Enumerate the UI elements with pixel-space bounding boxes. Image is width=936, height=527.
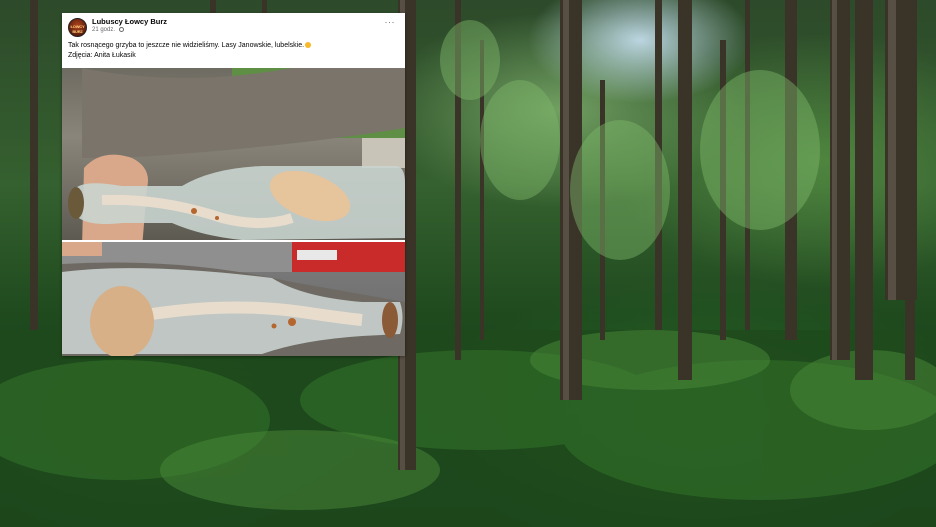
bottle-photo-bottom [62, 242, 405, 356]
facebook-post: ŁOWCY BURZ Lubuscy Łowcy Burz 21 godz. ·… [62, 13, 405, 356]
post-meta: 21 godz. [92, 27, 124, 33]
post-photo-bottom[interactable] [62, 242, 405, 356]
page-name[interactable]: Lubuscy Łowcy Burz [92, 17, 167, 26]
emoji-icon [305, 42, 312, 49]
more-options-button[interactable]: ··· [385, 17, 396, 27]
avatar-logo-text: ŁOWCY BURZ [70, 24, 85, 34]
globe-icon [118, 27, 124, 32]
post-photo-top[interactable] [62, 68, 405, 240]
post-text-line-1: Tak rosnącego grzyba to jeszcze nie widz… [68, 42, 305, 49]
bottle-photo-top [68, 68, 405, 240]
post-text-line-2: Zdjęcia: Anita Łukasik [68, 52, 136, 59]
post-time[interactable]: 21 godz. [92, 27, 115, 33]
post-text: Tak rosnącego grzyba to jeszcze nie widz… [68, 41, 312, 61]
post-header: ŁOWCY BURZ Lubuscy Łowcy Burz 21 godz. ·… [62, 13, 405, 67]
avatar[interactable]: ŁOWCY BURZ [68, 18, 87, 37]
